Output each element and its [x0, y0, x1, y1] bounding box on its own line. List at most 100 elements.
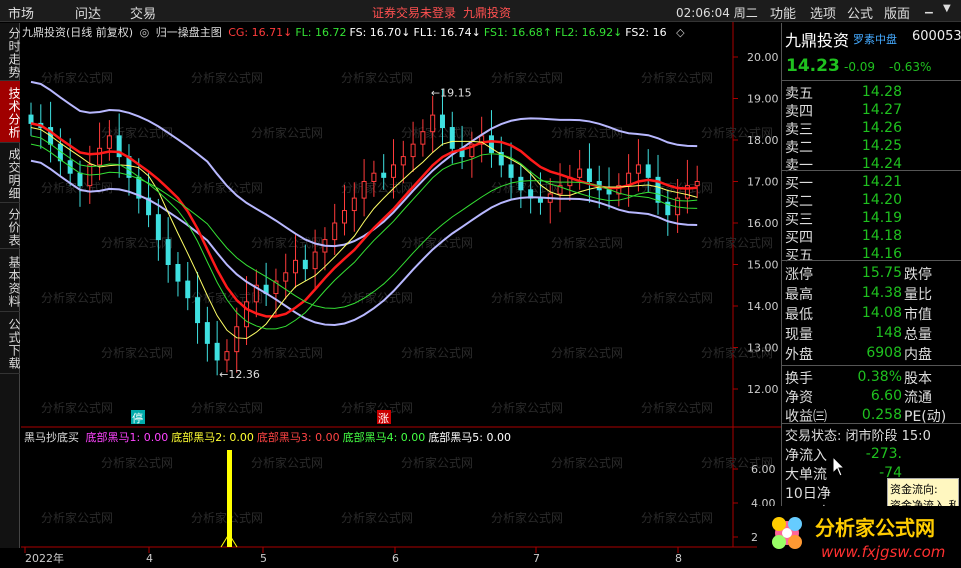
- candle-body: [244, 301, 250, 328]
- chart-title[interactable]: 九鼎投资(日线 前复权): [22, 26, 133, 39]
- price-change-pct: -0.63%: [889, 60, 932, 74]
- stock-name: 九鼎投资: [785, 31, 850, 50]
- candle-body: [518, 176, 524, 191]
- watermark-text: 分析家公式网: [41, 510, 113, 525]
- indicator-value-0: CG: 16.71↓: [228, 26, 293, 39]
- clock: 02:06:04 周二: [676, 6, 758, 20]
- menu-trade[interactable]: 交易: [130, 3, 156, 22]
- quote-value: 6908: [866, 345, 902, 361]
- sub-indicator-value-4: 底部黑马5: 0.00: [428, 431, 512, 444]
- tab-fundamentals[interactable]: 基本资料: [0, 249, 21, 312]
- watermark-text: 分析家公式网: [341, 180, 413, 195]
- quote-row: 外盘 6908 内盘: [782, 343, 961, 364]
- candle-body: [508, 164, 514, 178]
- candle-body: [28, 114, 34, 124]
- tab-intraday[interactable]: 分时走势: [0, 23, 21, 81]
- candle-body: [361, 181, 367, 199]
- indicator-value-6: FS2: 16: [625, 26, 667, 39]
- quote-value: 14.26: [861, 120, 902, 136]
- last-price: 14.23: [786, 56, 840, 76]
- menu-formula[interactable]: 公式: [847, 3, 873, 22]
- quote-value: 14.08: [861, 305, 902, 321]
- watermark-text: 分析家公式网: [491, 70, 563, 85]
- price-label: 19.00: [747, 93, 779, 106]
- quote-row: 最低 14.08 市值: [782, 303, 961, 324]
- quote-value: 14.27: [861, 102, 902, 118]
- minimize-icon[interactable]: ▁: [925, 3, 933, 14]
- candle-body: [283, 272, 289, 282]
- indicator-value-4: FS1: 16.68↑: [483, 26, 552, 39]
- quote-row: 换手 0.38% 股本: [782, 367, 961, 388]
- tab-price-volume[interactable]: 分价表: [0, 203, 21, 249]
- watermark-text: 分析家公式网: [191, 70, 263, 85]
- trade-state: 交易状态: 闭市阶段 15:0: [785, 429, 931, 444]
- time-label: 8: [675, 552, 682, 565]
- cursor-icon: [832, 456, 846, 477]
- quote-label: 大单流: [785, 467, 827, 483]
- candle-body: [439, 114, 445, 129]
- menu-wenda[interactable]: 问达: [75, 3, 101, 22]
- watermark-text: 分析家公式网: [41, 290, 113, 305]
- quote-label: 最低: [785, 307, 813, 323]
- quote-label: 外盘: [785, 347, 813, 363]
- watermark-text: 分析家公式网: [401, 455, 473, 470]
- candle-body: [390, 164, 396, 178]
- time-label: 7: [533, 552, 540, 565]
- top-menu-bar: 市场 问达 交易 证券交易未登录 九鼎投资 02:06:04 周二 功能 选项 …: [0, 0, 961, 22]
- quote-value: 148: [875, 325, 902, 341]
- quote-value: 14.38: [861, 285, 902, 301]
- menu-function[interactable]: 功能: [770, 3, 796, 22]
- watermark-text: 分析家公式网: [551, 125, 623, 140]
- indicator-header: 九鼎投资(日线 前复权) ◎ 归一操盘主图 CG: 16.71↓ FL: 16.7…: [22, 24, 688, 42]
- watermark-text: 分析家公式网: [551, 345, 623, 360]
- menu-options[interactable]: 选项: [810, 3, 836, 22]
- low-annotation: ←12.36: [219, 368, 260, 381]
- price-label: 14.00: [747, 300, 779, 313]
- quote-row: 最高 14.38 量比: [782, 283, 961, 304]
- candle-body: [302, 259, 308, 270]
- formula-name[interactable]: 归一操盘主图: [156, 26, 222, 39]
- quote-value: 14.20: [861, 192, 902, 208]
- quote-value: -273.: [865, 446, 902, 462]
- time-label: 5: [260, 552, 267, 565]
- watermark-text: 分析家公式网: [191, 180, 263, 195]
- quote-value: 14.25: [861, 138, 902, 154]
- time-label: 6: [392, 552, 399, 565]
- sub-indicator-title[interactable]: 黑马抄底买: [24, 431, 79, 444]
- kline-chart[interactable]: 分析家公式网 分析家公式网 分析家公式网 分析家公式网 分析家公式网分析家公式网 分析家公…: [21, 22, 781, 568]
- indicator-value-5: FL2: 16.92↓: [554, 26, 623, 39]
- candle-body: [293, 259, 299, 274]
- watermark-text: 分析家公式网: [341, 290, 413, 305]
- stock-code: 600053: [912, 29, 961, 44]
- tab-formula-download[interactable]: 公式下载: [0, 312, 21, 374]
- watermark-text: 分析家公式网: [491, 290, 563, 305]
- quote-right-label: 股本: [904, 371, 932, 387]
- quote-row: 买五 14.16: [782, 244, 961, 265]
- dropdown-icon[interactable]: ▼: [943, 3, 951, 14]
- watermark-text: 分析家公式网: [551, 455, 623, 470]
- tab-trades[interactable]: 成交明细: [0, 143, 21, 203]
- watermark-text: 分析家公式网: [341, 510, 413, 525]
- quote-row: 涨停 15.75 跌停: [782, 263, 961, 284]
- high-annotation: ←19.15: [431, 86, 472, 99]
- watermark-text: 分析家公式网: [251, 125, 323, 140]
- watermark-text: 分析家公式网: [191, 290, 263, 305]
- watermark-text: 分析家公式网: [641, 290, 713, 305]
- menu-layout[interactable]: 版面: [884, 3, 910, 22]
- watermark-text: 分析家公式网: [491, 510, 563, 525]
- candle-body: [430, 114, 436, 133]
- login-status[interactable]: 证券交易未登录: [372, 4, 456, 21]
- candle-body: [371, 172, 377, 182]
- expand-icon[interactable]: ◇: [676, 26, 684, 39]
- sub-indicator-header: 黑马抄底买 底部黑马1: 0.00 底部黑马2: 0.00 底部黑马3: 0.00 底…: [24, 429, 517, 445]
- menu-market[interactable]: 市场: [8, 3, 34, 22]
- watermark-text: 分析家公式网: [491, 400, 563, 415]
- candle-body: [420, 131, 426, 145]
- broker-link[interactable]: 九鼎投资: [463, 4, 511, 21]
- price-label: 16.00: [747, 217, 779, 230]
- formula-dropdown-icon[interactable]: ◎: [140, 26, 150, 39]
- tab-technical[interactable]: 技术分析: [0, 81, 21, 143]
- quote-row: 现量 148 总量: [782, 323, 961, 344]
- candle-body: [410, 143, 416, 158]
- quote-value: 14.19: [861, 210, 902, 226]
